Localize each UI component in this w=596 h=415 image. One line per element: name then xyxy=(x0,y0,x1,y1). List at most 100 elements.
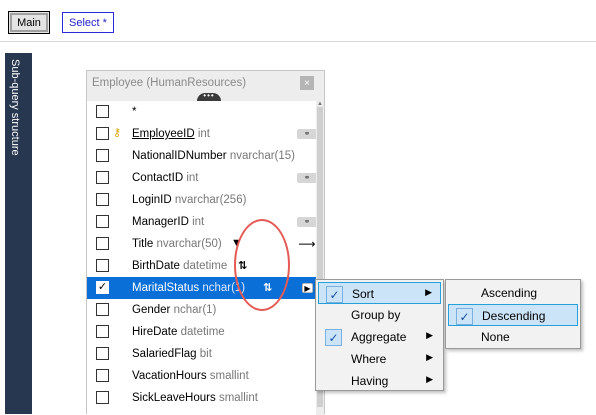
field-row[interactable]: ⚷ EmployeeID int ⚭ xyxy=(87,123,317,145)
field-name: VacationHours smallint xyxy=(132,370,249,382)
field-name-text: LoginID xyxy=(132,194,172,206)
field-type: nvarchar(50) xyxy=(156,238,222,250)
check-icon: ✓ xyxy=(325,329,342,346)
field-menu-arrow-icon[interactable]: ▶ xyxy=(302,283,313,293)
select-tab[interactable]: Select * xyxy=(62,12,114,33)
field-name: LoginID nvarchar(256) xyxy=(132,194,246,206)
field-name: Gender nchar(1) xyxy=(132,304,216,316)
field-type: datetime xyxy=(180,326,225,338)
subquery-structure-label: Sub-query structure xyxy=(9,59,21,156)
check-icon xyxy=(325,351,342,368)
main-tab[interactable]: Main xyxy=(8,11,50,34)
menu-item-sort[interactable]: ✓ Sort ▶ xyxy=(318,282,441,304)
field-name: ContactID int xyxy=(132,172,199,184)
menu-item-ascending[interactable]: Ascending xyxy=(448,282,578,304)
field-name: Title nvarchar(50) xyxy=(132,238,222,250)
menu-item-none[interactable]: None xyxy=(448,326,578,348)
field-type: smallint xyxy=(218,392,258,404)
field-row[interactable]: ManagerID int ⚭ xyxy=(87,211,317,233)
field-name-text: Title xyxy=(132,238,154,250)
field-name: SalariedFlag bit xyxy=(132,348,212,360)
field-name: SickLeaveHours smallint xyxy=(132,392,258,404)
field-checkbox[interactable] xyxy=(96,171,109,184)
field-row[interactable]: SickLeaveHours smallint xyxy=(87,387,317,409)
menu-item-label: Ascending xyxy=(481,286,538,300)
field-name: ManagerID int xyxy=(132,216,204,228)
field-type: nvarchar(15) xyxy=(229,150,296,162)
field-name-text: * xyxy=(132,106,137,118)
field-row[interactable]: ContactID int ⚭ xyxy=(87,167,317,189)
check-icon: ✓ xyxy=(456,308,473,325)
menu-item-descending[interactable]: ✓ Descending xyxy=(448,304,578,326)
primary-key-icon: ⚷ xyxy=(113,127,122,139)
field-checkbox[interactable] xyxy=(96,369,109,382)
employee-table-box[interactable]: Employee (HumanResources) × ••• * ⚷ Emplo… xyxy=(86,70,325,415)
field-type: bit xyxy=(199,348,212,360)
field-name-text: HireDate xyxy=(132,326,178,338)
field-checkbox[interactable] xyxy=(96,325,109,338)
menu-item-where[interactable]: Where ▶ xyxy=(318,348,441,370)
field-name-text: MaritalStatus xyxy=(132,282,200,294)
field-checkbox[interactable] xyxy=(96,127,109,140)
field-type: int xyxy=(186,172,199,184)
field-checkbox[interactable] xyxy=(96,149,109,162)
field-checkbox[interactable] xyxy=(96,259,109,272)
check-icon xyxy=(455,329,472,346)
field-row[interactable]: SalariedFlag bit xyxy=(87,343,317,365)
field-name-text: SalariedFlag xyxy=(132,348,197,360)
field-type: nvarchar(256) xyxy=(174,194,247,206)
check-icon xyxy=(455,285,472,302)
field-type: datetime xyxy=(183,260,228,272)
field-checkbox[interactable]: ✓ xyxy=(96,281,109,294)
field-type: nchar(1) xyxy=(173,304,217,316)
menu-item-label: Where xyxy=(351,352,387,366)
query-toolbar: Main Select * xyxy=(0,0,596,42)
field-row[interactable]: VacationHours smallint xyxy=(87,365,317,387)
menu-item-group-by[interactable]: Group by xyxy=(318,304,441,326)
relation-link-icon[interactable]: ⚭ xyxy=(297,217,317,227)
field-name-text: NationalIDNumber xyxy=(132,150,227,162)
field-checkbox[interactable] xyxy=(96,391,109,404)
menu-item-label: Descending xyxy=(482,309,546,323)
field-checkbox[interactable] xyxy=(96,347,109,360)
menu-item-aggregate[interactable]: ✓ Aggregate ▶ xyxy=(318,326,441,348)
check-icon xyxy=(325,373,342,390)
field-checkbox[interactable] xyxy=(96,303,109,316)
field-row[interactable]: * xyxy=(87,101,317,123)
close-icon[interactable]: × xyxy=(300,76,314,90)
field-name-text: ManagerID xyxy=(132,216,189,228)
field-name: NationalIDNumber nvarchar(15) xyxy=(132,150,295,162)
field-name: HireDate datetime xyxy=(132,326,225,338)
field-context-menu: ✓ Sort ▶ Group by ✓ Aggregate ▶ Where ▶ Having ▶ xyxy=(315,279,444,391)
field-name-text: SickLeaveHours xyxy=(132,392,216,404)
table-title: Employee (HumanResources) xyxy=(92,77,247,89)
field-name: MaritalStatus nchar(1) xyxy=(132,282,245,294)
field-row[interactable]: Gender nchar(1) xyxy=(87,299,317,321)
field-checkbox[interactable] xyxy=(96,215,109,228)
field-checkbox[interactable] xyxy=(96,105,109,118)
menu-item-label: None xyxy=(481,330,510,344)
field-type: smallint xyxy=(209,370,249,382)
submenu-arrow-icon: ▶ xyxy=(426,352,433,362)
field-checkbox[interactable] xyxy=(96,193,109,206)
subquery-structure-panel[interactable]: Sub-query structure xyxy=(5,53,32,414)
field-name-text: Gender xyxy=(132,304,171,316)
field-checkbox[interactable] xyxy=(96,237,109,250)
menu-item-having[interactable]: Having ▶ xyxy=(318,370,441,392)
relation-arrow-icon[interactable]: ⟶ xyxy=(297,238,317,250)
menu-item-label: Aggregate xyxy=(351,330,407,344)
relation-link-icon[interactable]: ⚭ xyxy=(297,129,317,139)
field-name-text: BirthDate xyxy=(132,260,180,272)
field-row[interactable]: HireDate datetime xyxy=(87,321,317,343)
menu-item-label: Sort xyxy=(352,287,375,301)
field-name-text: ContactID xyxy=(132,172,184,184)
field-row[interactable]: NationalIDNumber nvarchar(15) xyxy=(87,145,317,167)
submenu-arrow-icon: ▶ xyxy=(425,287,432,297)
field-row[interactable]: LoginID nvarchar(256) xyxy=(87,189,317,211)
check-icon xyxy=(325,307,342,324)
field-name: EmployeeID int xyxy=(132,128,210,140)
relation-link-icon[interactable]: ⚭ xyxy=(297,173,317,183)
collapse-grip-icon[interactable]: ••• xyxy=(197,92,221,101)
field-name: * xyxy=(132,106,136,118)
submenu-arrow-icon: ▶ xyxy=(426,374,433,384)
